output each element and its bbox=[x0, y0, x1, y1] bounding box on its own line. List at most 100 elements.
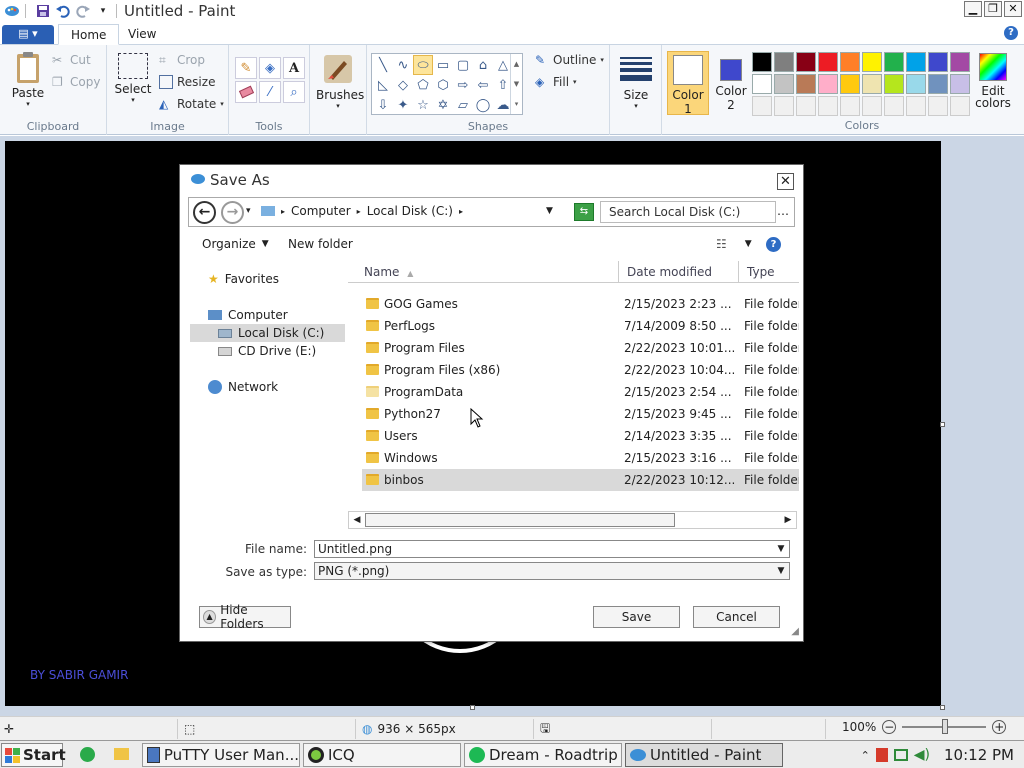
polygon-shape-icon[interactable]: ⌂ bbox=[473, 55, 493, 75]
breadcrumb-local-disk[interactable]: Local Disk (C:) bbox=[367, 204, 453, 218]
custom-color-slot[interactable] bbox=[862, 96, 882, 116]
custom-color-slot[interactable] bbox=[906, 96, 926, 116]
pentagon-shape-icon[interactable]: ⬠ bbox=[413, 75, 433, 95]
forward-button[interactable]: → bbox=[221, 201, 244, 224]
address-dropdown-icon[interactable]: ▼ bbox=[546, 206, 553, 216]
custom-color-slot[interactable] bbox=[840, 96, 860, 116]
custom-color-slot[interactable] bbox=[884, 96, 904, 116]
taskbar-item-paint[interactable]: Untitled - Paint bbox=[625, 743, 783, 767]
custom-color-slot[interactable] bbox=[796, 96, 816, 116]
close-button[interactable]: ✕ bbox=[1004, 1, 1022, 17]
zoom-out-icon[interactable]: − bbox=[882, 720, 897, 734]
color-swatch[interactable] bbox=[884, 52, 904, 72]
scroll-thumb[interactable] bbox=[365, 513, 675, 527]
line-shape-icon[interactable]: ╲ bbox=[373, 55, 393, 75]
four-point-star-shape-icon[interactable]: ✦ bbox=[393, 95, 413, 115]
file-row[interactable]: Python27 2/15/2023 9:45 ... File folder bbox=[362, 403, 799, 425]
callout-shape-icon[interactable]: ▱ bbox=[453, 95, 473, 115]
scroll-right-icon[interactable]: ▶ bbox=[780, 512, 796, 528]
quicklaunch-chat-icon[interactable] bbox=[80, 747, 95, 762]
cut-button[interactable]: ✂ Cut bbox=[52, 53, 91, 67]
taskbar-item-spotify[interactable]: Dream - Roadtrip bbox=[464, 743, 622, 767]
more-icon[interactable]: … bbox=[777, 204, 789, 218]
file-row[interactable]: Windows 2/15/2023 3:16 ... File folder bbox=[362, 447, 799, 469]
help-button[interactable]: ? bbox=[766, 237, 781, 252]
color-swatch[interactable] bbox=[774, 74, 794, 94]
down-arrow-shape-icon[interactable]: ⇩ bbox=[373, 95, 393, 115]
custom-color-slot[interactable] bbox=[818, 96, 838, 116]
crop-button[interactable]: ⌗ Crop bbox=[159, 53, 205, 67]
color-swatch[interactable] bbox=[752, 74, 772, 94]
tab-view[interactable]: View bbox=[116, 24, 168, 45]
refresh-button[interactable]: ⇆ bbox=[574, 203, 594, 221]
size-button[interactable]: Size ▾ bbox=[618, 53, 654, 110]
nav-network[interactable]: Network bbox=[208, 378, 278, 396]
fill-bucket-icon[interactable]: ◈ bbox=[259, 57, 281, 79]
custom-color-slot[interactable] bbox=[774, 96, 794, 116]
organize-button[interactable]: Organize ▼ bbox=[202, 237, 269, 251]
breadcrumb-computer[interactable]: Computer bbox=[291, 204, 351, 218]
column-name[interactable]: Name ▲ bbox=[348, 261, 619, 283]
color-swatch[interactable] bbox=[928, 74, 948, 94]
right-arrow-shape-icon[interactable]: ⇨ bbox=[453, 75, 473, 95]
color-swatch[interactable] bbox=[774, 52, 794, 72]
save-type-dropdown-icon[interactable]: ▼ bbox=[773, 563, 789, 579]
minimize-button[interactable]: ▁ bbox=[964, 1, 982, 17]
dialog-close-button[interactable]: ✕ bbox=[777, 173, 794, 190]
file-row[interactable]: ProgramData 2/15/2023 2:54 ... File folder bbox=[362, 381, 799, 403]
search-input[interactable]: Search Local Disk (C:) bbox=[600, 201, 776, 223]
text-icon[interactable]: A bbox=[283, 57, 305, 79]
nav-favorites[interactable]: ★ Favorites bbox=[208, 270, 279, 288]
custom-color-slot[interactable] bbox=[928, 96, 948, 116]
color-swatch[interactable] bbox=[950, 74, 970, 94]
file-row[interactable]: Program Files 2/22/2023 10:01... File fold… bbox=[362, 337, 799, 359]
save-icon[interactable] bbox=[35, 3, 51, 19]
six-point-star-shape-icon[interactable]: ✡ bbox=[433, 95, 453, 115]
color1-button[interactable]: Color 1 bbox=[667, 51, 709, 116]
file-name-input[interactable]: Untitled.png ▼ bbox=[314, 540, 790, 558]
customize-quick-access-icon[interactable]: ▾ bbox=[95, 3, 111, 19]
color-picker-icon[interactable]: ⁄ bbox=[259, 81, 281, 103]
clock[interactable]: 10:12 PM bbox=[944, 746, 1014, 764]
left-arrow-shape-icon[interactable]: ⇦ bbox=[473, 75, 493, 95]
color-swatch[interactable] bbox=[906, 52, 926, 72]
zoom-slider-thumb[interactable] bbox=[942, 719, 949, 734]
resize-handle-corner[interactable] bbox=[940, 705, 945, 710]
color-swatch[interactable] bbox=[752, 52, 772, 72]
paint-menu-button[interactable]: ▤ ▾ bbox=[2, 25, 54, 44]
tray-expand-icon[interactable]: ⌃ bbox=[861, 749, 870, 762]
copy-button[interactable]: ❐ Copy bbox=[52, 75, 100, 89]
oval-callout-shape-icon[interactable]: ◯ bbox=[473, 95, 493, 115]
scroll-left-icon[interactable]: ◀ bbox=[349, 512, 365, 528]
rounded-rectangle-shape-icon[interactable]: ▢ bbox=[453, 55, 473, 75]
start-button[interactable]: Start bbox=[1, 743, 66, 767]
right-triangle-shape-icon[interactable]: ◺ bbox=[373, 75, 393, 95]
five-point-star-shape-icon[interactable]: ☆ bbox=[413, 95, 433, 115]
file-name-dropdown-icon[interactable]: ▼ bbox=[773, 541, 789, 557]
eraser-icon[interactable] bbox=[235, 81, 257, 103]
file-row[interactable]: Users 2/14/2023 3:35 ... File folder bbox=[362, 425, 799, 447]
recent-locations-icon[interactable]: ▾ bbox=[246, 206, 251, 216]
color-swatch[interactable] bbox=[796, 74, 816, 94]
taskbar-item-putty[interactable]: PuTTY User Man... bbox=[142, 743, 300, 767]
custom-color-slot[interactable] bbox=[950, 96, 970, 116]
zoom-slider[interactable] bbox=[902, 719, 987, 734]
volume-icon[interactable]: ◀) bbox=[914, 747, 930, 763]
save-type-select[interactable]: PNG (*.png) ▼ bbox=[314, 562, 790, 580]
help-icon[interactable]: ? bbox=[1004, 26, 1018, 40]
action-center-flag-icon[interactable] bbox=[875, 748, 888, 762]
color-swatch[interactable] bbox=[840, 52, 860, 72]
resize-handle-right[interactable] bbox=[940, 422, 945, 427]
oval-shape-icon[interactable]: ⬭ bbox=[413, 55, 433, 75]
edit-colors-button[interactable]: Edit colors bbox=[974, 53, 1012, 110]
rectangle-shape-icon[interactable]: ▭ bbox=[433, 55, 453, 75]
file-row[interactable]: GOG Games 2/15/2023 2:23 ... File folder bbox=[362, 293, 799, 315]
paste-button[interactable]: Paste ▾ bbox=[8, 51, 48, 108]
file-row[interactable]: Program Files (x86) 2/22/2023 10:04... Fil… bbox=[362, 359, 799, 381]
nav-computer[interactable]: Computer bbox=[208, 306, 288, 324]
color2-button[interactable]: Color 2 bbox=[711, 51, 751, 115]
custom-color-slot[interactable] bbox=[752, 96, 772, 116]
undo-icon[interactable] bbox=[55, 3, 71, 19]
curve-shape-icon[interactable]: ∿ bbox=[393, 55, 413, 75]
network-icon[interactable] bbox=[893, 749, 908, 761]
